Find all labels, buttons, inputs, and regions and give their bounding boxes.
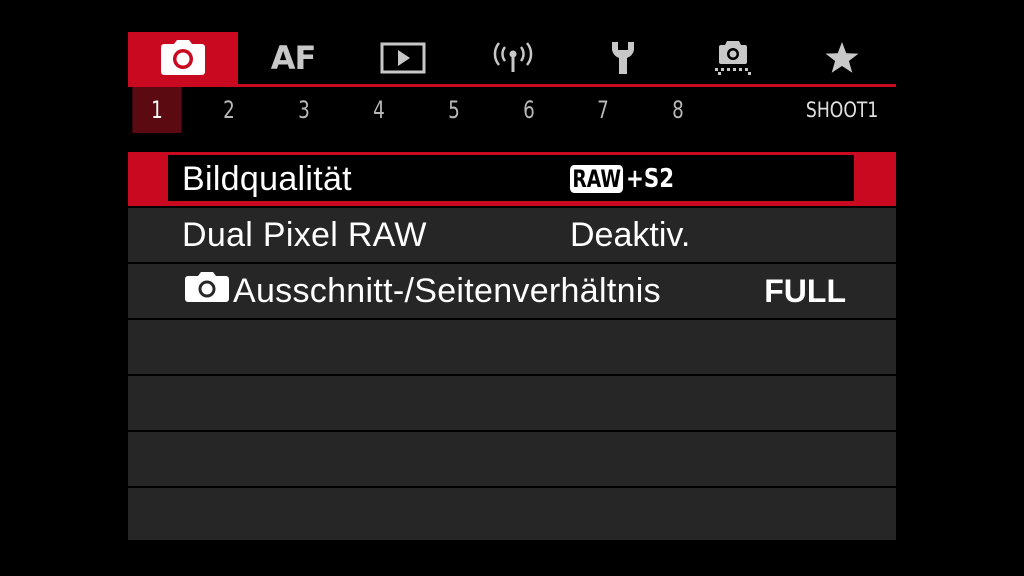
empty-menu-row [128, 432, 896, 486]
page-selector: 1 2 3 4 5 6 7 8 SHOOT1 [128, 87, 896, 133]
menu-item-image-quality[interactable]: Bildqualität RAW +S2 [128, 152, 896, 206]
empty-menu-row [128, 320, 896, 374]
camera-icon [160, 40, 206, 76]
wireless-icon [493, 40, 533, 76]
raw-badge: RAW [570, 165, 624, 193]
tab-af[interactable]: AF [238, 32, 348, 84]
menu-item-value: FULL [764, 272, 846, 309]
menu-item-label: Dual Pixel RAW [182, 215, 427, 254]
page-1[interactable]: 1 [132, 87, 182, 133]
menu-item-value: RAW +S2 [570, 152, 685, 206]
page-5[interactable]: 5 [429, 87, 478, 133]
tab-my-menu[interactable] [788, 32, 896, 84]
menu-item-label: Ausschnitt-/Seitenverhältnis [233, 271, 661, 310]
star-icon [824, 41, 860, 75]
page-3[interactable]: 3 [279, 87, 328, 133]
playback-icon [380, 42, 426, 74]
tab-af-label: AF [270, 39, 317, 77]
camera-icon [184, 271, 230, 311]
page-8[interactable]: 8 [653, 87, 702, 133]
tab-setup[interactable] [568, 32, 678, 84]
custom-functions-icon [713, 40, 753, 76]
menu-item-label: Bildqualität [182, 159, 352, 198]
raw-suffix: +S2 [626, 164, 675, 194]
current-page-name: SHOOT1 [805, 98, 878, 122]
menu-list: Bildqualität RAW +S2 Dual Pixel RAW Deak… [128, 152, 896, 540]
tab-custom-functions[interactable] [678, 32, 788, 84]
page-2[interactable]: 2 [204, 87, 253, 133]
camera-menu-screen: AF 1 2 3 4 5 6 7 8 SHOOT1 Bildqualität R… [128, 32, 896, 540]
page-7[interactable]: 7 [578, 87, 627, 133]
menu-item-label-wrap: Ausschnitt-/Seitenverhältnis [184, 264, 661, 318]
menu-item-dual-pixel-raw[interactable]: Dual Pixel RAW Deaktiv. [128, 208, 896, 262]
tab-wireless[interactable] [458, 32, 568, 84]
empty-menu-row [128, 488, 896, 540]
page-4[interactable]: 4 [354, 87, 403, 133]
tab-shooting[interactable] [128, 32, 238, 84]
wrench-icon [608, 40, 638, 76]
menu-item-crop-aspect-ratio[interactable]: Ausschnitt-/Seitenverhältnis FULL [128, 264, 896, 318]
tab-playback[interactable] [348, 32, 458, 84]
page-6[interactable]: 6 [504, 87, 553, 133]
menu-tab-bar: AF [128, 32, 896, 84]
menu-item-value: Deaktiv. [570, 215, 691, 254]
empty-menu-row [128, 376, 896, 430]
